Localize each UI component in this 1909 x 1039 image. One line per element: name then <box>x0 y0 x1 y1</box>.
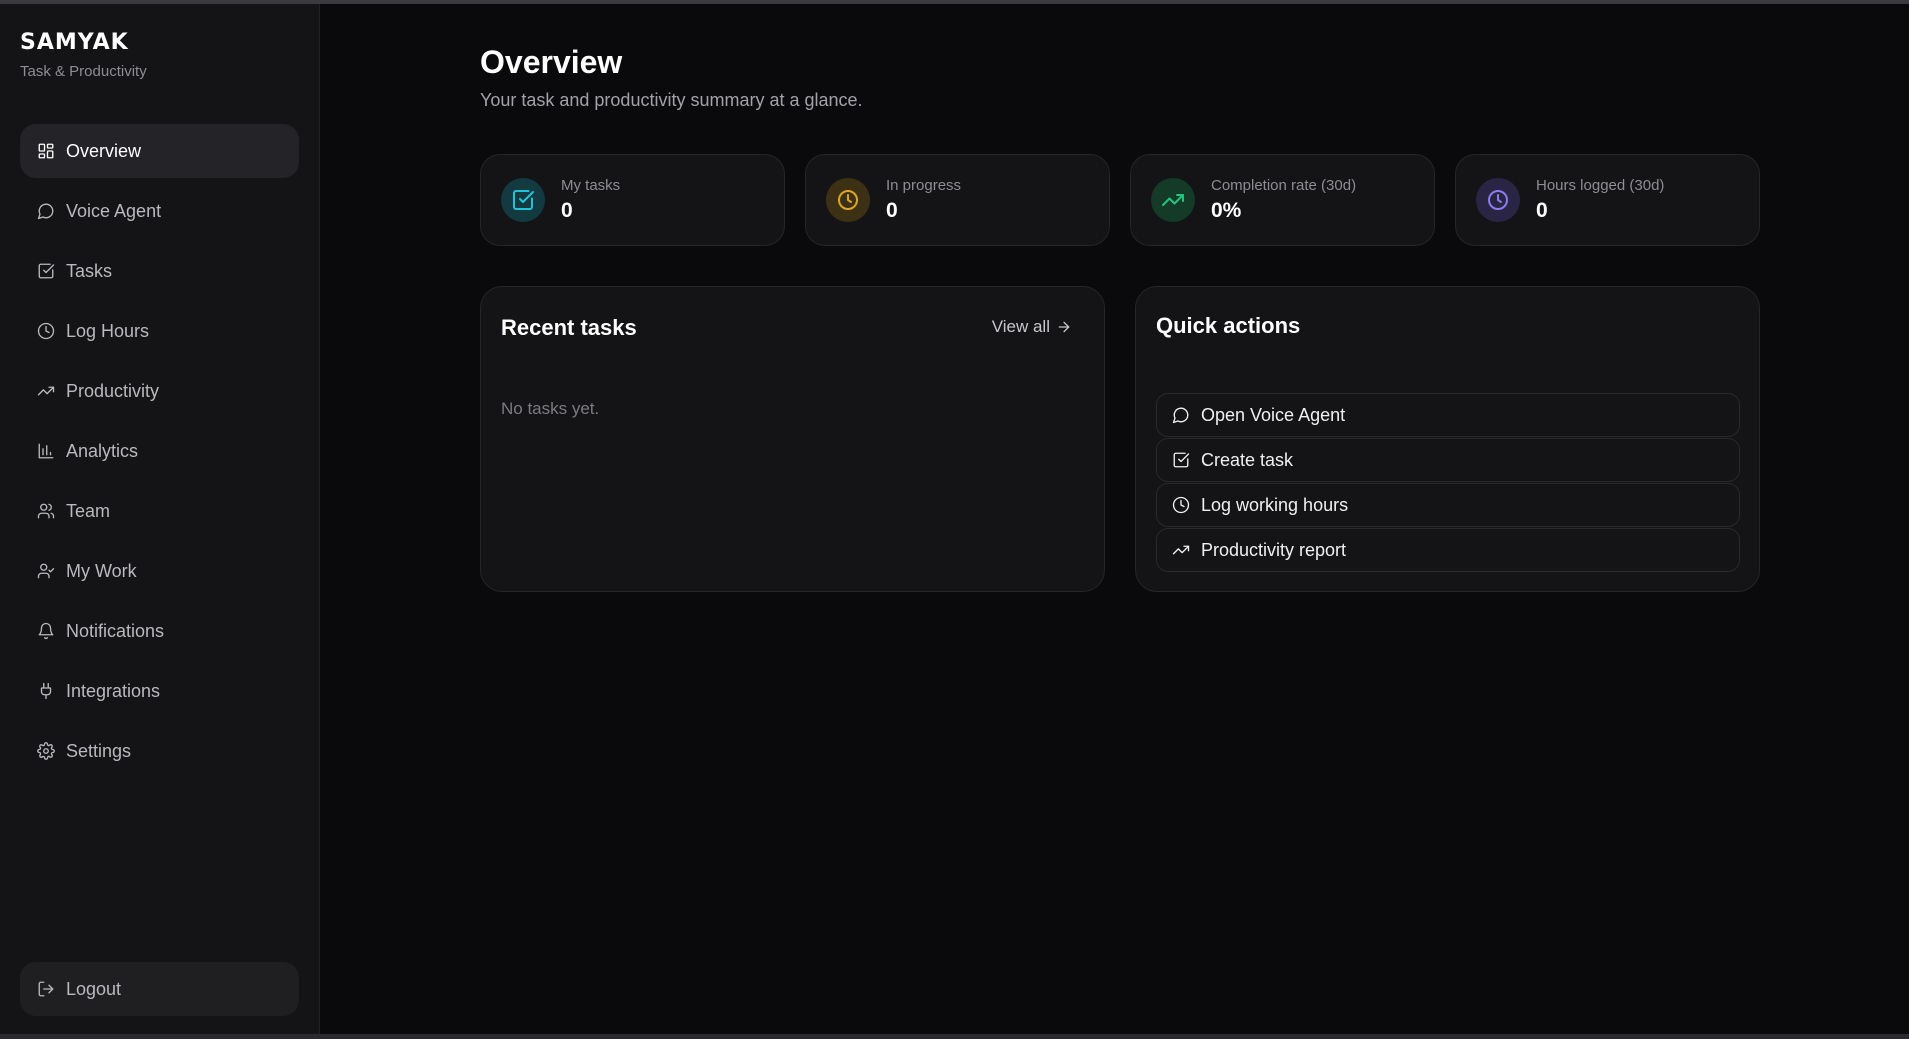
sidebar-item-voice-agent[interactable]: Voice Agent <box>20 184 299 238</box>
quick-action-label: Log working hours <box>1201 494 1349 515</box>
logout-icon <box>36 979 56 999</box>
brand-subtitle: Task & Productivity <box>20 63 147 80</box>
stat-label: In progress <box>886 177 962 194</box>
stat-card-hours-logged: Hours logged (30d) 0 <box>1455 154 1760 246</box>
bar-chart-icon <box>36 441 56 461</box>
sidebar-item-label: Tasks <box>66 260 113 281</box>
plug-icon <box>36 681 56 701</box>
sidebar-item-label: Integrations <box>66 680 161 701</box>
stat-card-completion-rate: Completion rate (30d) 0% <box>1130 154 1435 246</box>
stat-label: Completion rate (30d) <box>1211 177 1357 194</box>
sidebar-item-label: Analytics <box>66 440 139 461</box>
sidebar-item-analytics[interactable]: Analytics <box>20 424 299 478</box>
log-working-hours-button[interactable]: Log working hours <box>1156 483 1740 527</box>
sidebar-item-label: Team <box>66 500 111 521</box>
chat-bubble-icon <box>36 201 56 221</box>
recent-tasks-title: Recent tasks <box>501 315 637 340</box>
stat-card-in-progress: In progress 0 <box>805 154 1110 246</box>
recent-tasks-card: Recent tasks View all No tasks yet. <box>480 286 1105 592</box>
user-check-icon <box>36 561 56 581</box>
logout-button[interactable]: Logout <box>20 962 299 1016</box>
chat-bubble-icon <box>1171 405 1191 425</box>
brand-name: SAMYAK <box>20 30 129 55</box>
gear-icon <box>36 741 56 761</box>
trending-up-icon <box>1151 178 1195 222</box>
view-all-link[interactable]: View all <box>992 317 1072 337</box>
quick-actions-card: Quick actions Open Voice Agent Create ta… <box>1135 286 1760 592</box>
window-bottom-border <box>0 1034 1909 1039</box>
empty-state-text: No tasks yet. <box>501 399 600 418</box>
sidebar-item-label: Log Hours <box>66 320 150 341</box>
sidebar-item-label: Settings <box>66 740 132 761</box>
sidebar-item-label: Overview <box>66 140 142 161</box>
arrow-right-icon <box>1058 321 1070 333</box>
sidebar-item-tasks[interactable]: Tasks <box>20 244 299 298</box>
quick-action-label: Open Voice Agent <box>1201 404 1346 425</box>
quick-actions-list: Open Voice Agent Create task Log working… <box>1156 393 1740 573</box>
sidebar-item-productivity[interactable]: Productivity <box>20 364 299 418</box>
stat-value: 0 <box>561 199 573 222</box>
sidebar-item-overview[interactable]: Overview <box>20 124 299 178</box>
clock-icon <box>36 321 56 341</box>
sidebar-nav: Overview Voice Agent Tasks Log Hours Pro… <box>20 124 299 784</box>
sidebar-item-team[interactable]: Team <box>20 484 299 538</box>
logout-label: Logout <box>66 978 122 999</box>
quick-action-label: Productivity report <box>1201 539 1347 560</box>
stat-card-my-tasks: My tasks 0 <box>480 154 785 246</box>
stat-value: 0 <box>886 199 898 222</box>
grid-icon <box>36 141 56 161</box>
clock-icon <box>1476 178 1520 222</box>
sidebar-item-settings[interactable]: Settings <box>20 724 299 778</box>
page-subtitle: Your task and productivity summary at a … <box>480 90 863 110</box>
clock-icon <box>1171 495 1191 515</box>
stat-value: 0% <box>1211 199 1242 222</box>
view-all-label: View all <box>991 317 1050 336</box>
sidebar-item-label: Notifications <box>66 620 165 641</box>
sidebar-item-label: Voice Agent <box>66 200 162 221</box>
bell-icon <box>36 621 56 641</box>
quick-actions-title: Quick actions <box>1156 313 1301 338</box>
sidebar-item-my-work[interactable]: My Work <box>20 544 299 598</box>
sidebar-item-label: My Work <box>66 560 137 581</box>
checkbox-icon <box>36 261 56 281</box>
sidebar-item-log-hours[interactable]: Log Hours <box>20 304 299 358</box>
productivity-report-button[interactable]: Productivity report <box>1156 528 1740 572</box>
stat-value: 0 <box>1536 199 1548 222</box>
open-voice-agent-button[interactable]: Open Voice Agent <box>1156 393 1740 437</box>
stat-label: My tasks <box>561 177 621 194</box>
clock-icon <box>826 178 870 222</box>
trending-up-icon <box>1171 540 1191 560</box>
sidebar-item-integrations[interactable]: Integrations <box>20 664 299 718</box>
users-icon <box>36 501 56 521</box>
brand: SAMYAK Task & Productivity <box>20 30 147 80</box>
page-title: Overview <box>480 44 623 80</box>
checkbox-icon <box>501 178 545 222</box>
trending-up-icon <box>36 381 56 401</box>
sidebar-item-label: Productivity <box>66 380 160 401</box>
checkbox-icon <box>1171 450 1191 470</box>
sidebar: SAMYAK Task & Productivity Overview Voic… <box>0 4 320 1034</box>
sidebar-item-notifications[interactable]: Notifications <box>20 604 299 658</box>
create-task-button[interactable]: Create task <box>1156 438 1740 482</box>
stat-label: Hours logged (30d) <box>1536 177 1665 194</box>
quick-action-label: Create task <box>1201 449 1294 470</box>
